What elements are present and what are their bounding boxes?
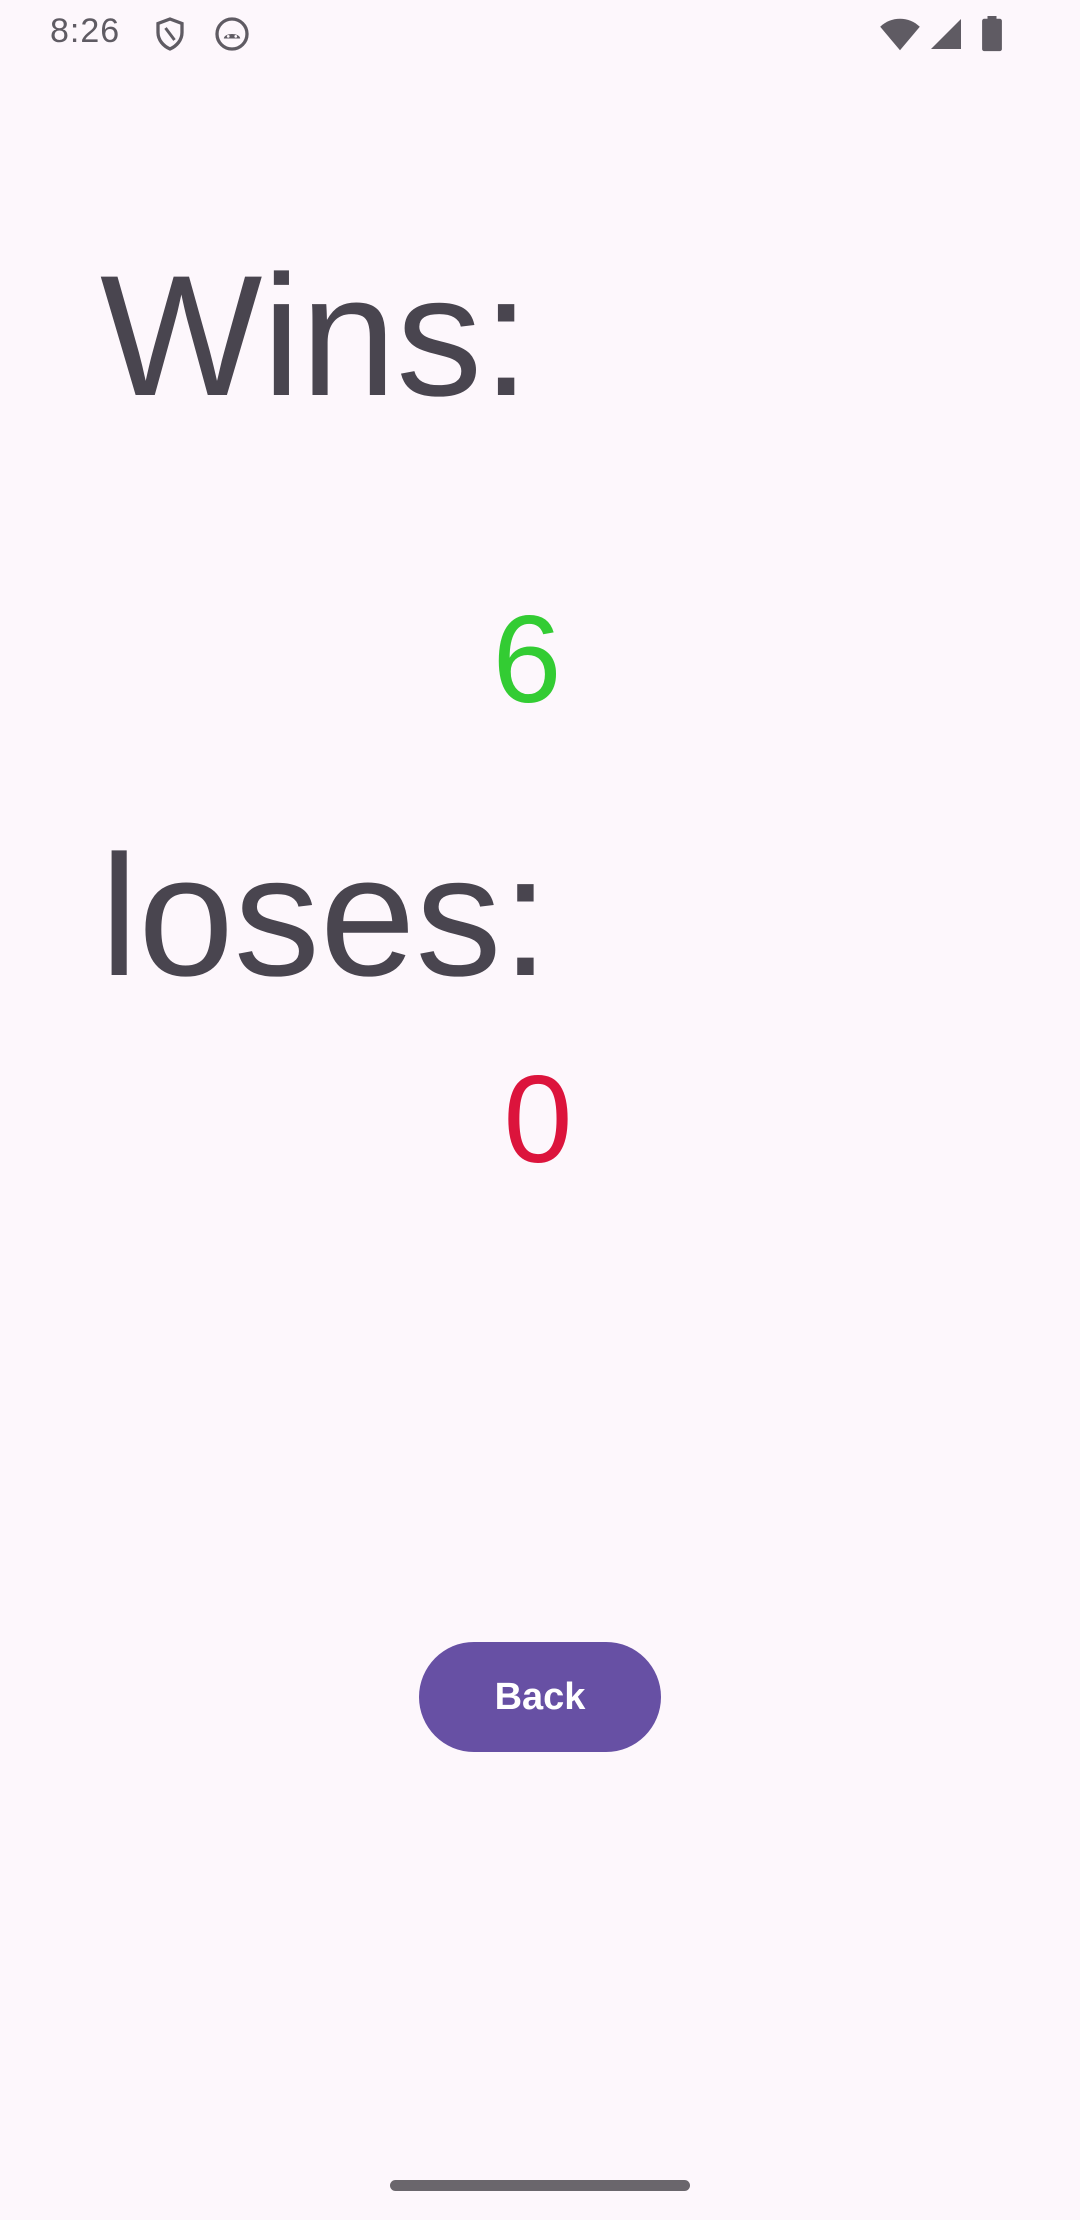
wifi-icon [878, 16, 922, 52]
back-button[interactable]: Back [419, 1642, 661, 1752]
battery-icon [980, 16, 1004, 52]
cell-signal-icon [928, 16, 964, 52]
status-time: 8:26 [50, 12, 121, 50]
android-face-icon [214, 16, 250, 52]
wins-label: Wins: [100, 240, 530, 432]
shield-icon [152, 16, 188, 52]
loses-value: 0 [503, 1051, 573, 1189]
loses-label: loses: [100, 820, 550, 1012]
status-bar: 8:26 [0, 0, 1080, 68]
navigation-handle[interactable] [390, 2180, 690, 2191]
wins-value: 6 [492, 591, 562, 729]
